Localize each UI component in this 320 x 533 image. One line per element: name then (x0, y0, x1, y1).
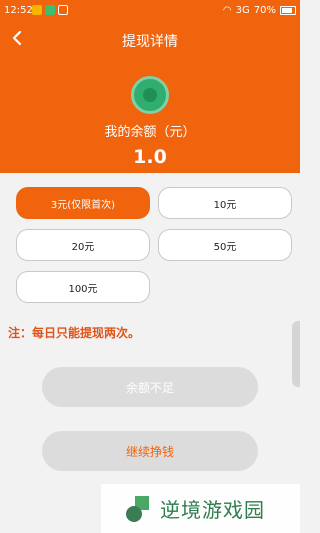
watermark: 逆境游戏园 (101, 484, 300, 533)
insufficient-balance-button[interactable]: 余额不足 (42, 367, 258, 407)
notification-icons (32, 5, 68, 15)
app-notification-icon-2 (45, 5, 55, 15)
watermark-text: 逆境游戏园 (160, 498, 265, 522)
battery-percent: 70% (253, 5, 276, 16)
option-3-yuan[interactable]: 3元(仅限首次) (16, 187, 150, 219)
app-notification-icon-3 (58, 5, 68, 15)
app-notification-icon (32, 5, 42, 15)
status-time: 12:52 (4, 5, 33, 16)
wifi-icon: ◠ (222, 5, 232, 16)
status-right: ◠ 3G 70% (223, 5, 296, 16)
option-100-yuan[interactable]: 100元 (16, 271, 150, 303)
battery-icon (280, 6, 296, 15)
withdraw-note: 注：每日只能提现两次。 (8, 326, 141, 340)
option-50-yuan[interactable]: 50元 (158, 229, 292, 261)
header: 12:52 ◠ 3G 70% 提现详情 我的余额（元） 1.0 (0, 0, 300, 173)
option-10-yuan[interactable]: 10元 (158, 187, 292, 219)
continue-earning-button[interactable]: 继续挣钱 (42, 431, 258, 471)
page-title: 提现详情 (122, 34, 178, 50)
option-20-yuan[interactable]: 20元 (16, 229, 150, 261)
avatar (131, 76, 169, 114)
avatar-icon (143, 88, 157, 102)
balance-label: 我的余额（元） (104, 125, 196, 140)
network-type: 3G (235, 5, 250, 16)
balance-value: 1.0 (133, 146, 167, 168)
side-handle[interactable] (292, 321, 300, 387)
status-bar: 12:52 ◠ 3G 70% (0, 0, 300, 22)
watermark-logo-icon (126, 495, 152, 522)
